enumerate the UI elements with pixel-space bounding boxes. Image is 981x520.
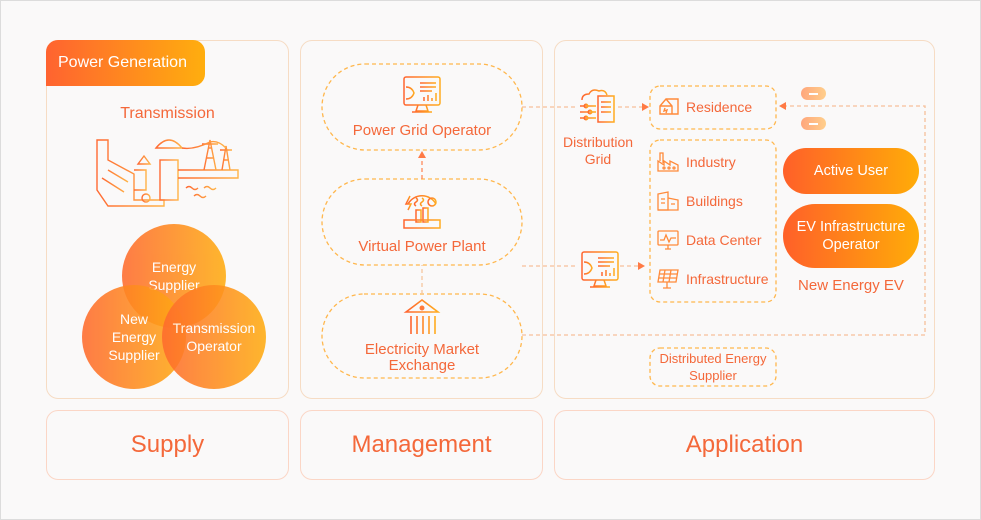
new-energy-ev-label: New Energy EV bbox=[798, 277, 904, 294]
bank-building-icon bbox=[403, 299, 441, 338]
consumer-buildings: Buildings bbox=[656, 190, 743, 212]
active-user-pill: Active User bbox=[783, 148, 919, 194]
arrow-to-residence bbox=[642, 103, 649, 111]
solar-panel-icon bbox=[657, 269, 679, 289]
buildings-label: Buildings bbox=[686, 193, 743, 209]
arrow-ev-to-residence bbox=[779, 102, 786, 110]
data-center-label: Data Center bbox=[686, 232, 762, 248]
distributed-energy-supplier-label: Distributed Energy Supplier bbox=[659, 351, 767, 383]
ev-operator-label: EV Infrastructure Operator bbox=[796, 219, 906, 253]
monitor-dashboard-icon-secondary bbox=[581, 251, 619, 288]
data-center-icon bbox=[657, 230, 679, 250]
consumer-industry: Industry bbox=[656, 151, 736, 173]
residence-label: Residence bbox=[686, 99, 753, 115]
virtual-power-plant-label: Virtual Power Plant bbox=[358, 238, 486, 255]
distribution-grid-icon bbox=[580, 89, 615, 123]
consumer-data-center: Data Center bbox=[656, 229, 761, 251]
house-icon bbox=[659, 98, 679, 115]
distribution-grid-label: Distribution Grid bbox=[562, 134, 634, 167]
arrow-to-consumers bbox=[638, 262, 645, 270]
consumer-infrastructure: Infrastructure bbox=[656, 268, 768, 290]
electricity-market-exchange-label: Electricity Market Exchange bbox=[364, 341, 480, 374]
power-grid-operator-label: Power Grid Operator bbox=[352, 122, 492, 139]
residence-item: Residence bbox=[658, 96, 752, 118]
industry-label: Industry bbox=[686, 154, 736, 170]
infrastructure-label: Infrastructure bbox=[686, 271, 769, 287]
collapse-toggle-1[interactable] bbox=[801, 87, 826, 100]
factory-icon bbox=[657, 152, 679, 172]
monitor-dashboard-icon bbox=[403, 76, 441, 113]
ev-operator-pill: EV Infrastructure Operator bbox=[783, 204, 919, 268]
power-plant-icon bbox=[403, 195, 441, 229]
active-user-label: Active User bbox=[813, 163, 889, 179]
buildings-icon bbox=[657, 191, 679, 211]
collapse-toggle-2[interactable] bbox=[801, 117, 826, 130]
arrow-up-to-pgo bbox=[418, 151, 426, 158]
